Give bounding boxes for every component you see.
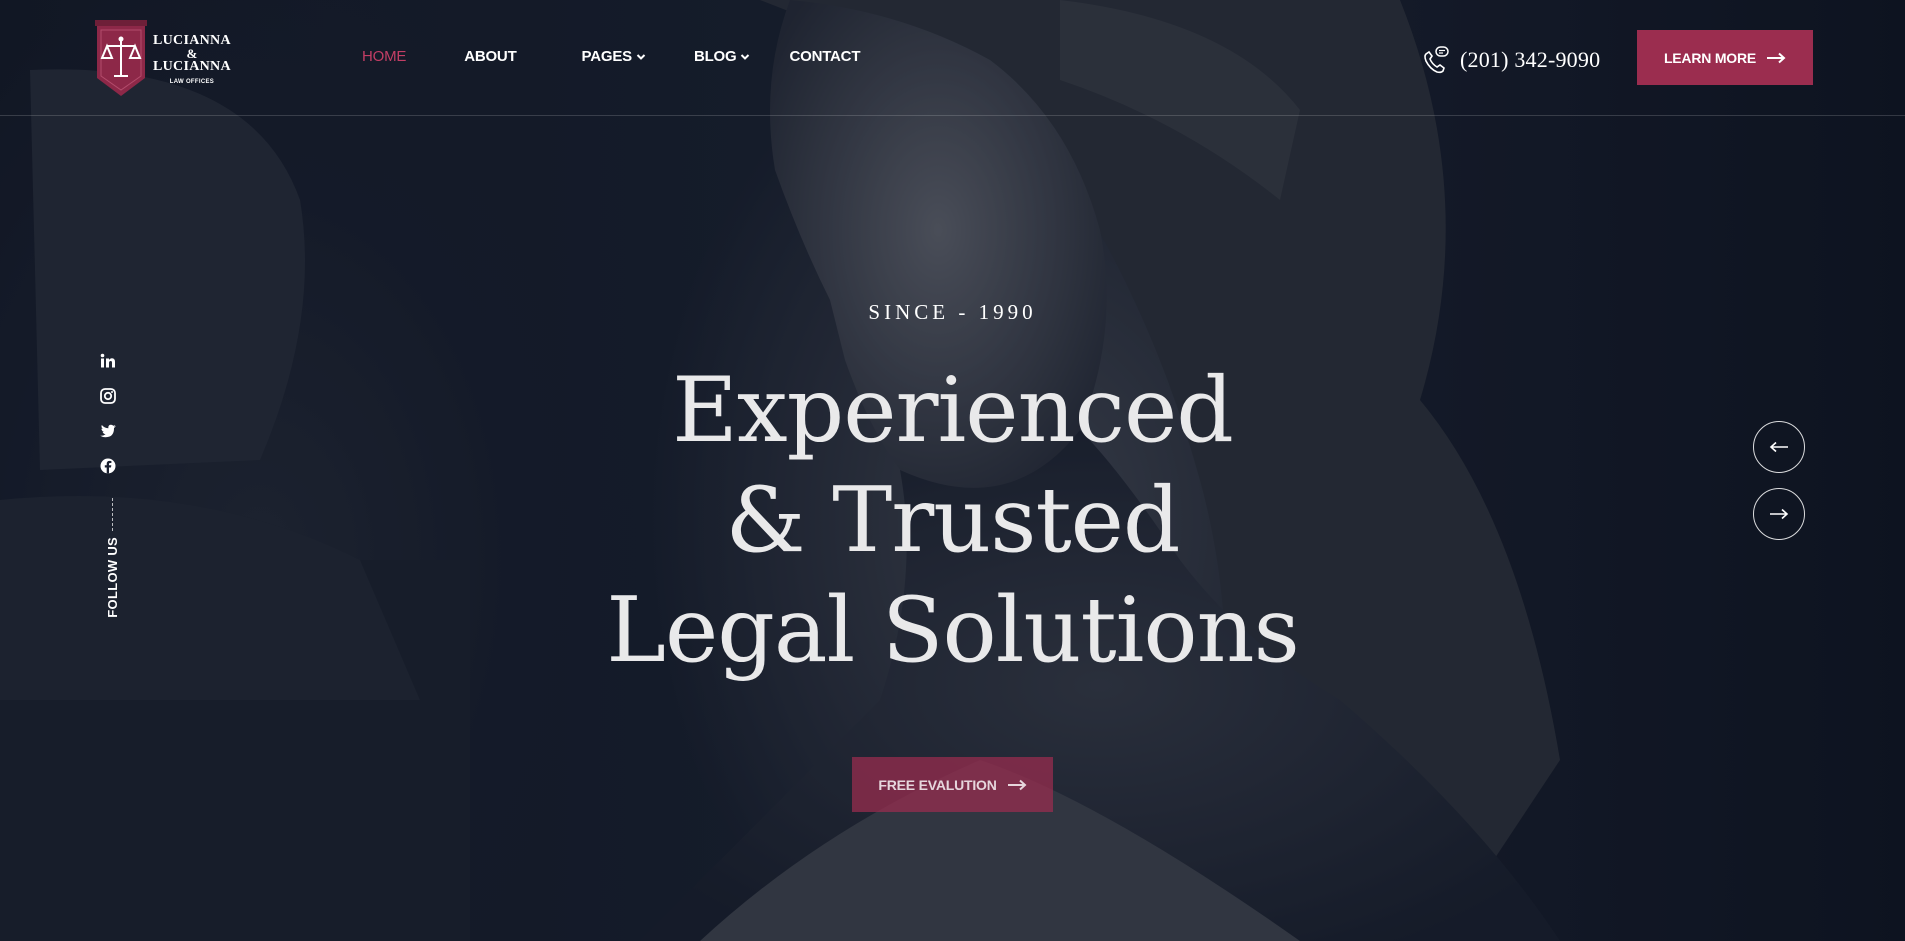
hero-headline: Experienced & Trusted Legal Solutions bbox=[0, 356, 1905, 686]
hero-eyebrow: SINCE - 1990 bbox=[868, 300, 1037, 324]
scales-of-justice-logo-icon bbox=[95, 20, 147, 96]
logo[interactable]: LUCIANNA & LUCIANNA LAW OFFICES bbox=[93, 20, 238, 98]
nav-item-pages[interactable]: PAGES bbox=[582, 48, 646, 65]
phone-contact[interactable]: (201) 342-9090 bbox=[1420, 44, 1600, 76]
hero-headline-line-3: Legal Solutions bbox=[606, 578, 1300, 683]
phone-number: (201) 342-9090 bbox=[1460, 47, 1601, 72]
logo-name-line-2: LUCIANNA bbox=[153, 58, 231, 74]
chevron-down-icon bbox=[636, 53, 646, 60]
learn-more-button[interactable]: LEARN MORE bbox=[1637, 30, 1813, 85]
nav-item-about[interactable]: ABOUT bbox=[464, 48, 517, 65]
site-header: LUCIANNA & LUCIANNA LAW OFFICES HOME ABO… bbox=[0, 0, 1905, 116]
hero-section: LUCIANNA & LUCIANNA LAW OFFICES HOME ABO… bbox=[0, 0, 1905, 941]
nav-item-home[interactable]: HOME bbox=[362, 48, 406, 65]
slider-next-button[interactable] bbox=[1753, 488, 1805, 540]
arrow-left-icon bbox=[1769, 441, 1788, 453]
free-evaluation-label: FREE EVALUTION bbox=[878, 776, 997, 793]
arrow-right-icon bbox=[1767, 52, 1786, 63]
learn-more-label: LEARN MORE bbox=[1663, 49, 1757, 66]
free-evaluation-button[interactable]: FREE EVALUTION bbox=[852, 757, 1053, 812]
hero-headline-line-1: Experienced bbox=[672, 358, 1234, 463]
logo-text: LUCIANNA & LUCIANNA LAW OFFICES bbox=[153, 33, 231, 85]
nav-item-contact[interactable]: CONTACT bbox=[789, 48, 860, 65]
main-nav: HOME ABOUT PAGES BLOG CONTACT bbox=[362, 48, 860, 65]
nav-item-blog-label: BLOG bbox=[693, 48, 737, 65]
logo-ampersand: & bbox=[186, 45, 198, 61]
arrow-right-icon bbox=[1007, 779, 1027, 790]
nav-item-blog[interactable]: BLOG bbox=[694, 48, 751, 65]
chevron-down-icon bbox=[741, 53, 750, 60]
hero-headline-line-2: & Trusted bbox=[725, 468, 1181, 573]
slider-prev-button[interactable] bbox=[1753, 421, 1805, 473]
phone-chat-icon bbox=[1424, 46, 1449, 74]
nav-item-pages-label: PAGES bbox=[581, 48, 633, 65]
arrow-right-icon bbox=[1770, 508, 1789, 520]
logo-subtitle: LAW OFFICES bbox=[169, 78, 215, 85]
